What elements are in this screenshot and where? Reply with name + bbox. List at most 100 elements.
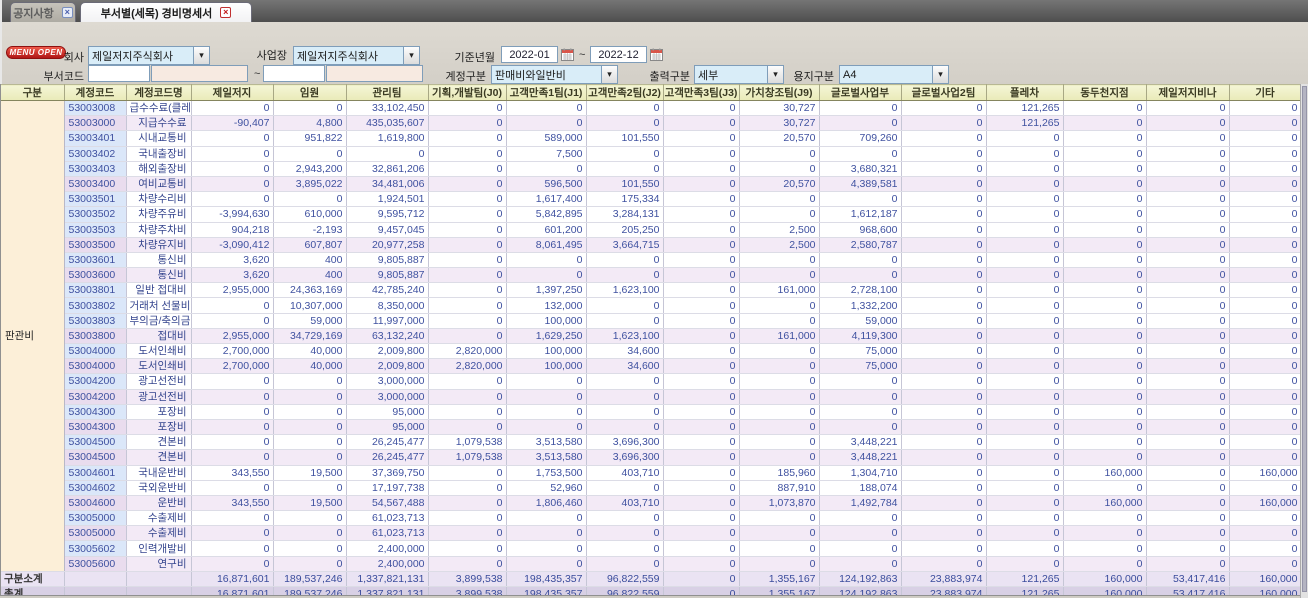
- column-header[interactable]: 동두천지점: [1063, 84, 1147, 101]
- cell-value: 0: [1146, 252, 1230, 269]
- column-header[interactable]: 계정코드명: [126, 84, 192, 101]
- table-row[interactable]: 53003601 통신비 3,620 400 9,805,887 0 0 0 0 0 0 0 0 0 0 0: [1, 252, 1300, 269]
- base-month-from-input[interactable]: [501, 46, 558, 63]
- table-row[interactable]: 판관비53003008급수수료(클레임)0033,102,450000030,7…: [1, 100, 1300, 572]
- cell-value: 0: [901, 389, 987, 405]
- cell-value: 610,000: [273, 206, 347, 223]
- dept-code-to-input[interactable]: [263, 65, 325, 82]
- column-header[interactable]: 고객만족3팀(J3): [663, 84, 740, 101]
- table-row[interactable]: 53005600 연구비 0 0 2,400,000 0 0 0 0 0 0 0 0 0 0 0: [1, 556, 1300, 572]
- cell-value: 0: [1229, 100, 1300, 117]
- cell-value: 0: [663, 495, 740, 512]
- table-row[interactable]: 53003803 부의금/축의금 0 59,000 11,997,000 0 100,000…: [1, 313, 1300, 329]
- table-row[interactable]: 53004000 도서인쇄비 2,700,000 40,000 2,009,800 2,8…: [1, 358, 1300, 375]
- cell-value: 3,620: [191, 267, 274, 284]
- table-row[interactable]: 53003502 차량주유비 -3,994,630 610,000 9,595,712 0…: [1, 206, 1300, 223]
- company-select[interactable]: 제일저지주식회사 ▾: [88, 46, 210, 65]
- cell-value: 2,009,800: [346, 358, 429, 375]
- column-header[interactable]: 고객만족2팀(J2): [586, 84, 664, 101]
- column-header[interactable]: 계정코드: [64, 84, 127, 101]
- account-type-select[interactable]: 판매비와일반비 ▾: [491, 65, 618, 84]
- tab-notice[interactable]: 공지사항 ×: [10, 2, 76, 22]
- column-header[interactable]: 플레차: [986, 84, 1064, 101]
- cell-value: 1,623,100: [586, 328, 664, 345]
- cell-total-value: 0: [663, 586, 740, 595]
- tab-close-icon[interactable]: ×: [61, 7, 73, 18]
- table-row[interactable]: 53005000 수출제비 0 0 61,023,713 0 0 0 0 0 0 0 0 0 0 0: [1, 510, 1300, 527]
- dept-code-from-input[interactable]: [88, 65, 150, 82]
- table-row[interactable]: 53003401 시내교통비 0 951,822 1,619,800 0 589,000 10…: [1, 130, 1300, 147]
- table-row[interactable]: 53004000 도서인쇄비 2,700,000 40,000 2,009,800 2,8…: [1, 343, 1300, 360]
- table-row[interactable]: 53003802 거래처 선물비 0 10,307,000 8,350,000 0 132,…: [1, 297, 1300, 314]
- table-row[interactable]: 53004601 국내운반비 343,550 19,500 37,369,750 0 1,7…: [1, 465, 1300, 481]
- column-header[interactable]: 기타: [1229, 84, 1300, 101]
- table-row[interactable]: 53004200 광고선전비 0 0 3,000,000 0 0 0 0 0 0 0 0 0 0 0: [1, 373, 1300, 390]
- subtotal-row[interactable]: 구분소계 16,871,601 189,537,246 1,337,821,131 3,…: [1, 571, 1300, 588]
- account-type-label: 계정구분: [445, 71, 486, 83]
- table-row[interactable]: 53003400 여비교통비 0 3,895,022 34,481,006 0 596,50…: [1, 176, 1300, 193]
- table-row[interactable]: 53004602 국외운반비 0 0 17,197,738 0 52,960 0 0 887,91…: [1, 480, 1300, 496]
- cell-account-name: 차량주차비: [126, 222, 192, 238]
- base-month-to-input[interactable]: [590, 46, 647, 63]
- workplace-select[interactable]: 제일저지주식회사 ▾: [293, 46, 420, 65]
- cell-value: 2,400,000: [346, 556, 429, 572]
- cell-value: 0: [663, 358, 740, 375]
- cell-account-code: 53003802: [64, 297, 127, 314]
- calendar-icon[interactable]: [561, 48, 574, 61]
- table-row[interactable]: 53004300 포장비 0 0 95,000 0 0 0 0 0 0 0 0 0 0 0: [1, 419, 1300, 436]
- tab-expense-report-label: 부서별(세목) 경비명세서: [100, 7, 213, 20]
- column-header[interactable]: 구분: [1, 84, 65, 101]
- column-header[interactable]: 글로벌사업2팀: [901, 84, 987, 101]
- workplace-label: 사업장: [256, 50, 287, 62]
- column-header[interactable]: 임원: [273, 84, 347, 101]
- cell-value: 2,400,000: [346, 540, 429, 557]
- cell-value: 0: [586, 313, 664, 329]
- table-row[interactable]: 53005602 인력개발비 0 0 2,400,000 0 0 0 0 0 0 0 0 0 0 0: [1, 540, 1300, 557]
- table-row[interactable]: 53003402 국내출장비 0 0 0 0 7,500 0 0 0 0 0 0 0 0 0: [1, 146, 1300, 162]
- column-header[interactable]: 관리팀: [346, 84, 429, 101]
- table-row[interactable]: 53004600 운반비 343,550 19,500 54,567,488 0 1,806…: [1, 495, 1300, 512]
- column-header[interactable]: 고객만족1팀(J1): [506, 84, 587, 101]
- dept-code-to-name-input[interactable]: [326, 65, 423, 82]
- table-row[interactable]: 53003800 접대비 2,955,000 34,729,169 63,132,240…: [1, 328, 1300, 345]
- table-row[interactable]: 53005000 수출제비 0 0 61,023,713 0 0 0 0 0 0 0 0 0 0 0: [1, 525, 1300, 542]
- table-row[interactable]: 53003801 일반 접대비 2,955,000 24,363,169 42,785,…: [1, 282, 1300, 299]
- cell-value: 1,304,710: [819, 465, 902, 481]
- tab-close-icon[interactable]: ×: [220, 7, 232, 18]
- cell-account-name: 포장비: [126, 404, 192, 420]
- cell-value: 0: [1146, 419, 1230, 436]
- table-row[interactable]: 53003503 차량주차비 904,218 -2,193 9,457,045 0 601,…: [1, 222, 1300, 238]
- cell-total-value: 1,355,167: [739, 571, 820, 588]
- tab-expense-report[interactable]: 부서별(세목) 경비명세서 ×: [80, 2, 252, 22]
- cell-value: 0: [1063, 480, 1147, 496]
- column-header[interactable]: 제일저지: [191, 84, 274, 101]
- table-row[interactable]: 53004500 견본비 0 0 26,245,477 1,079,538 3,513,58…: [1, 449, 1300, 466]
- table-row[interactable]: 53003501 차량수리비 0 0 1,924,501 0 1,617,400 175,33…: [1, 191, 1300, 208]
- column-header[interactable]: 기획,개발팀(J0): [428, 84, 507, 101]
- table-row[interactable]: 53003600 통신비 3,620 400 9,805,887 0 0 0 0 0 0 0 0 0 0 0: [1, 267, 1300, 284]
- vertical-scrollbar[interactable]: [1300, 84, 1308, 598]
- table-row[interactable]: 53003403 해외출장비 0 2,943,200 32,861,206 0 0 0 0 0 3,…: [1, 161, 1300, 177]
- column-header[interactable]: 가치창조팀(J9): [739, 84, 820, 101]
- calendar-icon[interactable]: [650, 48, 663, 61]
- dept-code-from-name-input[interactable]: [151, 65, 248, 82]
- cell-value: 30,727: [739, 100, 820, 117]
- cell-value: 0: [739, 161, 820, 177]
- table-row[interactable]: 53003500 차량유지비 -3,090,412 607,807 20,977,258…: [1, 237, 1300, 253]
- grand-total-row[interactable]: 총계 16,871,601 189,537,246 1,337,821,131 3,89…: [1, 586, 1300, 595]
- cell-total-value: 16,871,601: [191, 586, 274, 595]
- scrollbar-thumb[interactable]: [1302, 86, 1307, 592]
- column-header[interactable]: 글로벌사업부: [819, 84, 902, 101]
- table-row[interactable]: 53004200 광고선전비 0 0 3,000,000 0 0 0 0 0 0 0 0 0 0 0: [1, 389, 1300, 405]
- cell-value: 20,977,258: [346, 237, 429, 253]
- cell-value: 37,369,750: [346, 465, 429, 481]
- cell-value: 0: [191, 525, 274, 542]
- paper-type-select[interactable]: A4 ▾: [839, 65, 949, 84]
- output-type-select[interactable]: 세부 ▾: [694, 65, 784, 84]
- table-row[interactable]: 53003000 지급수수료 -90,407 4,800 435,035,607 0 0 0 0…: [1, 115, 1300, 132]
- cell-value: 0: [1063, 389, 1147, 405]
- cell-value: 0: [739, 449, 820, 466]
- column-header[interactable]: 제일저지비나: [1146, 84, 1230, 101]
- table-row[interactable]: 53004300 포장비 0 0 95,000 0 0 0 0 0 0 0 0 0 0 0: [1, 404, 1300, 420]
- table-row[interactable]: 53004500 견본비 0 0 26,245,477 1,079,538 3,513,58…: [1, 434, 1300, 451]
